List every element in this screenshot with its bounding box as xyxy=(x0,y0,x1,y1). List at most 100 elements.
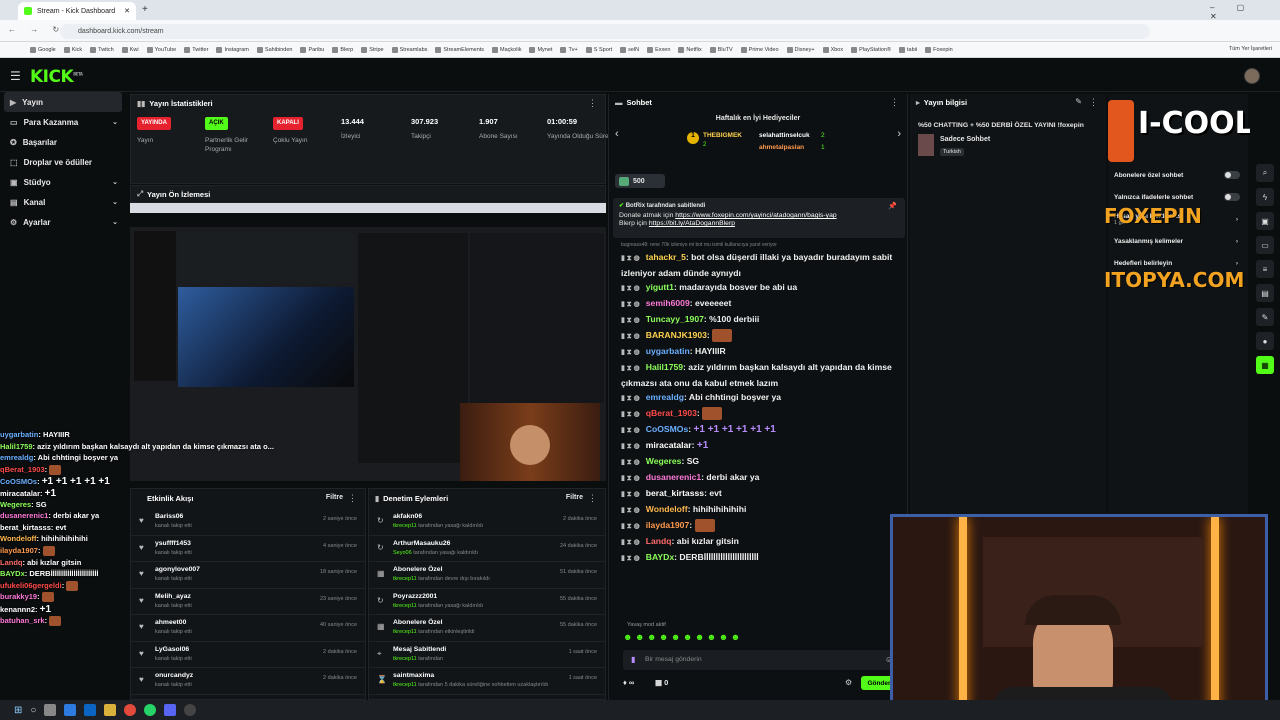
bookmark-item[interactable]: Netflix xyxy=(678,46,702,53)
toggle-switch[interactable] xyxy=(1224,193,1240,201)
task-view-icon[interactable] xyxy=(44,704,57,716)
bookmark-item[interactable]: Tv+ xyxy=(560,46,578,53)
bookmark-item[interactable]: Streamlabs xyxy=(391,46,427,53)
bookmark-item[interactable]: Maçkolik xyxy=(492,46,521,53)
moderation-target[interactable]: akfakn06 xyxy=(393,513,422,520)
chat-message[interactable]: ▮ ⧗ ◍ emrealdg: Abi chhtingi boşver ya xyxy=(609,390,909,406)
sidebar-item-para-kazanma[interactable]: ▭ Para Kazanma ⌄ xyxy=(0,112,126,132)
search-icon[interactable]: ○ xyxy=(30,705,36,716)
moderation-target[interactable]: Mesaj Sabitlendi xyxy=(393,646,446,653)
chat-username[interactable]: Tuncayy_1907 xyxy=(646,314,704,324)
bookmark-item[interactable]: Paribu xyxy=(300,46,324,53)
chat-input[interactable]: ▮ Bir mesaj gönderin ☺ xyxy=(623,650,899,670)
bookmark-item[interactable]: S Sport xyxy=(585,46,612,53)
chrome-icon[interactable] xyxy=(124,704,137,716)
mod-actions-icon[interactable]: ▮ ⧗ ◍ xyxy=(621,285,640,292)
bookmark-item[interactable]: Xbox xyxy=(822,46,843,53)
sidebar-item-stüdyo[interactable]: ▣ Stüdyo ⌄ xyxy=(0,172,126,192)
more-icon[interactable]: ⋮ xyxy=(588,98,597,109)
sidebar-item-ayarlar[interactable]: ⚙ Ayarlar ⌄ xyxy=(0,212,126,232)
mod-actions-icon[interactable]: ▮ ⧗ ◍ xyxy=(621,459,640,466)
follower-name[interactable]: LyGasol06 xyxy=(155,646,189,653)
chat-username[interactable]: semih6009 xyxy=(646,298,690,308)
follower-name[interactable]: ysuffff1453 xyxy=(155,540,191,547)
copy-icon[interactable]: ▣ xyxy=(1256,212,1274,230)
chat-message[interactable]: ▮ ⧗ ◍ miracatalar: +1 xyxy=(609,438,909,454)
chat-username[interactable]: uygarbatin xyxy=(646,346,690,356)
chat-message[interactable]: ▮ ⧗ ◍ semih6009: eveeeeet xyxy=(609,296,909,312)
sidebar-item-yayın[interactable]: ▶ Yayın xyxy=(4,92,122,112)
chat-setting-row[interactable]: Yasaklanmış kelimeler › xyxy=(1108,230,1248,252)
category[interactable]: Sadece Sohbet xyxy=(940,136,990,143)
bookmark-item[interactable]: selN xyxy=(620,46,639,53)
search-icon[interactable]: ⌕ xyxy=(1256,164,1274,182)
url-field[interactable]: dashboard.kick.com/stream xyxy=(60,24,1150,39)
chat-message[interactable]: ▮ ⧗ ◍ uygarbatin: HAYIIIR xyxy=(609,344,909,360)
chat-message[interactable]: ▮ ⧗ ◍ Wondeloff: hihihihihihihi xyxy=(609,502,909,518)
pinned-link[interactable]: https://www.foxepin.com/yayinci/atadogan… xyxy=(675,212,836,219)
obs-icon[interactable] xyxy=(184,704,197,716)
follower-name[interactable]: onurcandyz xyxy=(155,672,193,679)
chat-message[interactable]: ▮ ⧗ ◍ yigutt1: madarayıda bosver be abi u… xyxy=(609,280,909,296)
bookmark-item[interactable]: tabii xyxy=(899,46,917,53)
chat-username[interactable]: BARANJK1903 xyxy=(646,330,707,340)
prev-arrow-icon[interactable]: ‹ xyxy=(615,128,619,140)
edge-icon[interactable] xyxy=(64,704,77,716)
browser-tab[interactable]: Stream - Kick Dashboard ✕ xyxy=(18,2,136,20)
chat-goal-badge[interactable]: 500 xyxy=(615,174,665,188)
mod-actions-icon[interactable]: ▮ ⧗ ◍ xyxy=(621,443,640,450)
chat-username[interactable]: Landq xyxy=(646,536,672,546)
mod-actions-icon[interactable]: ▮ ⧗ ◍ xyxy=(621,539,640,546)
bolt-icon[interactable]: ϟ xyxy=(1256,188,1274,206)
folder-icon[interactable] xyxy=(104,704,117,716)
chat-message[interactable]: ▮ ⧗ ◍ dusanerenic1: derbi akar ya xyxy=(609,470,909,486)
moderation-target[interactable]: Poyrazzz2001 xyxy=(393,593,437,600)
chat-message[interactable]: ▮ ⧗ ◍ BARANJK1903: xyxy=(609,328,909,344)
pinned-link[interactable]: https://bit.ly/AtaDogannBlerp xyxy=(649,220,735,227)
moderation-target[interactable]: ArthurMasauku26 xyxy=(393,540,450,547)
chat-setting-row[interactable]: Abonelere özel sohbet xyxy=(1108,164,1248,186)
sidebar-item-droplar-ve-ödüller[interactable]: ⬚ Droplar ve ödüller xyxy=(0,152,126,172)
mod-actions-icon[interactable]: ▮ ⧗ ◍ xyxy=(621,349,640,356)
nav-arrows-icon[interactable]: ← → ↻ xyxy=(8,25,65,34)
chat-message[interactable]: ▮ ⧗ ◍ BAYDx: DERBİİİİİİİİİİİİİİİİİİİİİİİ xyxy=(609,550,909,566)
bookmark-item[interactable]: Instagram xyxy=(216,46,249,53)
tab-close-icon[interactable]: ✕ xyxy=(124,7,130,15)
settings-icon[interactable]: ⚙ xyxy=(845,678,852,687)
mod-actions-icon[interactable]: ▮ ⧗ ◍ xyxy=(621,427,640,434)
bookmark-item[interactable]: BluTV xyxy=(709,46,733,53)
filter-button[interactable]: Filtre xyxy=(326,494,343,501)
chat-message[interactable]: ▮ ⧗ ◍ CoOSMOs: +1 +1 +1 +1 +1 +1 xyxy=(609,422,909,438)
bookmark-item[interactable]: StreamElements xyxy=(435,46,484,53)
chat-username[interactable]: Wondeloff xyxy=(646,504,688,514)
bookmark-item[interactable]: YouTube xyxy=(146,46,176,53)
filter-button[interactable]: Filtre xyxy=(566,494,583,501)
users-icon[interactable]: ● xyxy=(1256,332,1274,350)
emote-bar[interactable]: ☻ ☻ ☻ ☻ ☻ ☻ ☻ ☻ ☻ ☻ xyxy=(623,632,899,646)
new-tab-button[interactable]: + xyxy=(142,4,148,15)
moderation-target[interactable]: Abonelere Özel xyxy=(393,619,442,626)
chat-username[interactable]: yigutt1 xyxy=(646,282,674,292)
sidebar-item-başarılar[interactable]: ✪ Başarılar xyxy=(0,132,126,152)
avatar[interactable] xyxy=(1244,68,1260,84)
bookmark-item[interactable]: Sahibinden xyxy=(256,46,292,53)
bookmark-item[interactable]: Foxepin xyxy=(925,46,953,53)
mod-actions-icon[interactable]: ▮ ⧗ ◍ xyxy=(621,317,640,324)
discord-icon[interactable] xyxy=(164,704,177,716)
sidebar-item-kanal[interactable]: ▤ Kanal ⌄ xyxy=(0,192,126,212)
mod-actions-icon[interactable]: ▮ ⧗ ◍ xyxy=(621,475,640,482)
mod-actions-icon[interactable]: ▮ ⧗ ◍ xyxy=(621,555,640,562)
chat-message[interactable]: ▮ ⧗ ◍ Landq: abi kızlar gitsin xyxy=(609,534,909,550)
bookmark-item[interactable]: Exxen xyxy=(647,46,670,53)
chat-username[interactable]: BAYDx xyxy=(646,552,674,562)
chat-username[interactable]: Halil1759 xyxy=(646,362,683,372)
mod-actions-icon[interactable]: ▮ ⧗ ◍ xyxy=(621,491,640,498)
bookmark-item[interactable]: Kick xyxy=(63,46,82,53)
mod-actions-icon[interactable]: ▮ ⧗ ◍ xyxy=(621,333,640,340)
wrench-icon[interactable]: ✎ xyxy=(1256,308,1274,326)
gift-count[interactable]: ▦ 0 xyxy=(655,678,668,687)
mod-actions-icon[interactable]: ▮ ⧗ ◍ xyxy=(621,507,640,514)
bookmark-item[interactable]: Twitter xyxy=(184,46,208,53)
window-controls[interactable]: ‒ ▢ ✕ xyxy=(1210,3,1280,21)
chat-username[interactable]: qBerat_1903 xyxy=(646,408,697,418)
